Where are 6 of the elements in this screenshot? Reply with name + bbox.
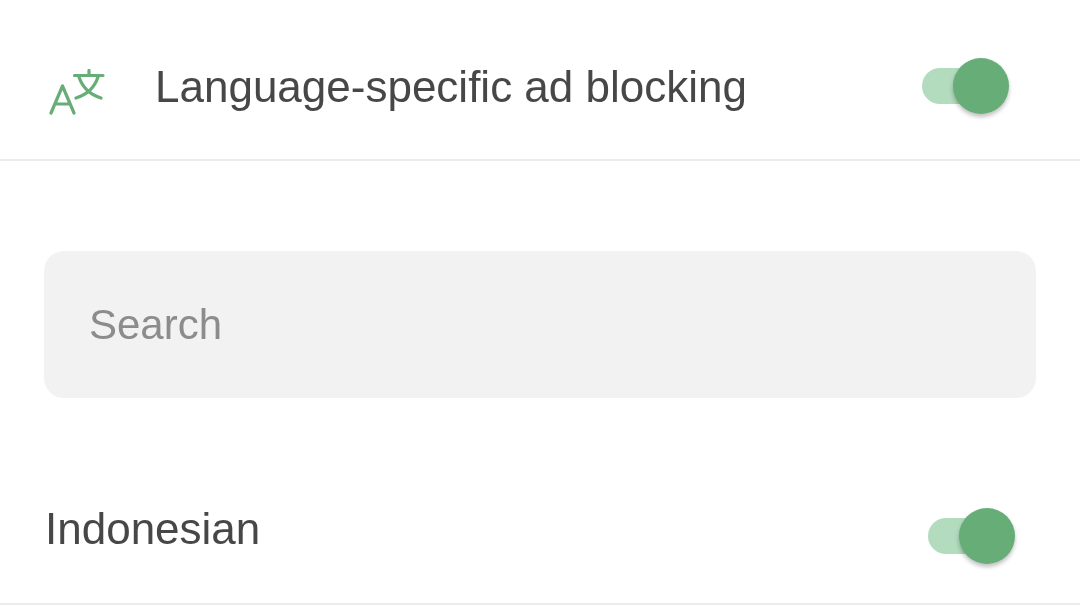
search-field[interactable]: Search <box>44 251 1036 398</box>
toggle-switch[interactable] <box>922 56 1010 115</box>
toggle-switch[interactable] <box>928 506 1016 565</box>
setting-title: Language-specific ad blocking <box>155 61 748 112</box>
language-name: Indonesian <box>45 504 262 554</box>
translate-icon <box>49 68 105 115</box>
